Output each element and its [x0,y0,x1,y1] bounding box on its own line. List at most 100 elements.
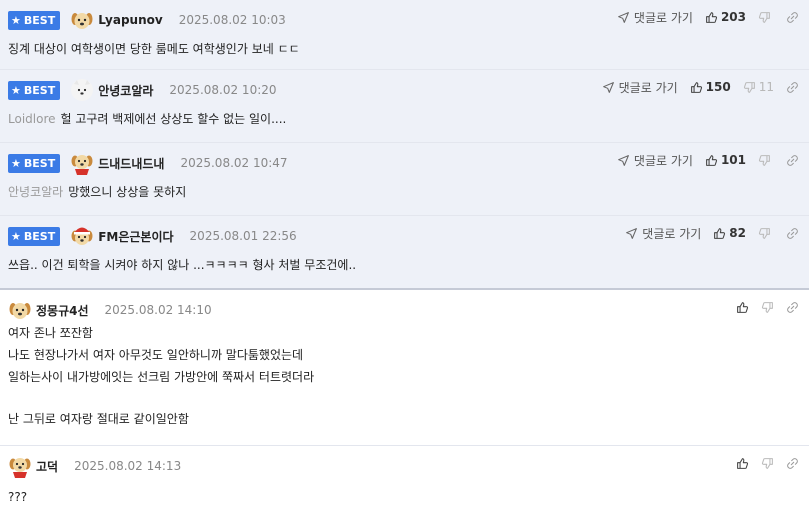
thumb-down-icon [758,11,771,24]
upvote-count: 101 [720,153,746,167]
comment-header: ★ BEST FM은근본이다 2025.08.01 22:56 [8,224,297,248]
comment-item: ★ BEST Lyapunov 2025.08.02 10:03 댓글로 가기 2… [0,0,809,70]
dog-red-avatar[interactable] [8,454,32,478]
comment-body: 여자 존나 쪼잔함 나도 현장나가서 여자 아무것도 일안하니까 말다툼했었는데… [8,322,789,430]
upvote-button[interactable]: 150 [690,80,731,94]
comment-item: ★ BEST 안녕코알라 2025.08.02 10:20 댓글로 가기 150 … [0,70,809,143]
dog-santa-avatar[interactable] [70,224,94,248]
upvote-button[interactable] [736,301,749,314]
comment-text: ??? [8,490,28,504]
comment-body: ??? [8,486,789,508]
thumb-down-icon [758,154,771,167]
comment-header: ★ BEST 안녕코알라 2025.08.02 10:20 [8,78,277,102]
comment-author[interactable]: 안녕코알라 [98,82,153,99]
star-icon: ★ [11,229,21,243]
downvote-button[interactable] [761,301,774,314]
upvote-button[interactable]: 82 [713,226,746,240]
link-icon[interactable] [786,227,799,240]
upvote-count: 203 [720,10,746,24]
comment-text: 난 그뒤로 여자랑 절대로 같이일안함 [8,412,189,426]
reply-link[interactable]: 댓글로 가기 [617,152,693,169]
comment-date: 2025.08.01 22:56 [189,229,297,243]
comment-actions [736,454,799,472]
reply-mention[interactable]: 안녕코알라 [8,185,63,199]
comment-text: 징계 대상이 여학생이면 당한 룸메도 여학생인가 보네 ㄷㄷ [8,42,300,56]
thumb-down-icon [761,301,774,314]
upvote-button[interactable]: 101 [705,153,746,167]
comment-body: Loidlore 헐 고구려 백제에선 상상도 할수 없는 일이.... [8,108,789,130]
paper-plane-icon [602,81,615,94]
upvote-count: 82 [729,226,746,240]
comment-date: 2025.08.02 10:03 [178,13,286,27]
comment-author[interactable]: FM은근본이다 [98,228,173,245]
link-icon[interactable] [786,154,799,167]
downvote-button[interactable] [758,227,774,240]
best-badge: ★ BEST [8,80,61,100]
thumb-up-icon [705,11,718,24]
comment-date: 2025.08.02 10:47 [180,156,288,170]
downvote-button[interactable] [758,154,774,167]
link-icon[interactable] [786,11,799,24]
star-icon: ★ [11,83,21,97]
dog-avatar[interactable] [70,8,94,32]
thumb-up-icon [713,227,726,240]
comment-item: 고덕 2025.08.02 14:13 ??? [0,446,809,517]
upvote-button[interactable]: 203 [705,10,746,24]
paper-plane-icon [617,11,630,24]
reply-link[interactable]: 댓글로 가기 [625,225,701,242]
comment-body: 징계 대상이 여학생이면 당한 룸메도 여학생인가 보네 ㄷㄷ [8,38,789,60]
reply-link[interactable]: 댓글로 가기 [602,79,678,96]
upvote-count: 150 [705,80,731,94]
downvote-button[interactable] [758,11,774,24]
thumb-down-icon [761,457,774,470]
comment-actions: 댓글로 가기 82 [625,224,799,242]
comment-actions: 댓글로 가기 203 [617,8,799,26]
comment-author[interactable]: Lyapunov [98,13,163,27]
thumb-up-icon [705,154,718,167]
comment-author[interactable]: 정몽규4선 [36,302,89,319]
link-icon[interactable] [786,81,799,94]
comment-body: 안녕코알라 망했으니 상상을 못하지 [8,181,789,203]
comment-author[interactable]: 고덕 [36,458,58,475]
best-badge: ★ BEST [8,10,61,30]
comment-item: ★ BEST 드내드내드내 2025.08.02 10:47 댓글로 가기 101… [0,143,809,216]
comment-header: ★ BEST Lyapunov 2025.08.02 10:03 [8,8,286,32]
comment-text [8,388,789,408]
thumb-up-icon [690,81,703,94]
thumb-up-icon [736,301,749,314]
comment-text: 쓰읍.. 이건 퇴학을 시켜야 하지 않나 ...ㅋㅋㅋㅋ 형사 처벌 무조건에… [8,258,357,272]
star-icon: ★ [11,156,21,170]
best-badge: ★ BEST [8,153,61,173]
reply-mention[interactable]: Loidlore [8,112,56,126]
thumb-up-icon [736,457,749,470]
comment-actions [736,298,799,316]
best-badge: ★ BEST [8,226,61,246]
comment-date: 2025.08.02 14:13 [74,459,182,473]
paper-plane-icon [625,227,638,240]
downvote-button[interactable] [761,457,774,470]
comment-list: ★ BEST Lyapunov 2025.08.02 10:03 댓글로 가기 2… [0,0,809,517]
dog-avatar[interactable] [8,298,32,322]
star-icon: ★ [11,13,21,27]
comment-header: 고덕 2025.08.02 14:13 [8,454,181,478]
comment-header: ★ BEST 드내드내드내 2025.08.02 10:47 [8,151,288,175]
dog-red-avatar[interactable] [70,151,94,175]
downvote-count: 11 [758,80,774,94]
comment-text: 여자 존나 쪼잔함 [8,326,93,340]
comment-date: 2025.08.02 14:10 [104,303,212,317]
white-dog-avatar[interactable] [70,78,94,102]
link-icon[interactable] [786,457,799,470]
reply-link[interactable]: 댓글로 가기 [617,9,693,26]
comment-date: 2025.08.02 10:20 [169,83,277,97]
comment-text: 나도 현장나가서 여자 아무것도 일안하니까 말다툼했었는데 [8,348,304,362]
upvote-button[interactable] [736,457,749,470]
thumb-down-icon [743,81,756,94]
paper-plane-icon [617,154,630,167]
link-icon[interactable] [786,301,799,314]
comment-text: 안녕코알라 망했으니 상상을 못하지 [8,185,187,199]
comment-item: 정몽규4선 2025.08.02 14:10 여자 존나 쪼잔함 나도 현장나가… [0,290,809,446]
comment-body: 쓰읍.. 이건 퇴학을 시켜야 하지 않나 ...ㅋㅋㅋㅋ 형사 처벌 무조건에… [8,254,789,276]
downvote-button[interactable]: 11 [743,80,774,94]
comment-text: Loidlore 헐 고구려 백제에선 상상도 할수 없는 일이.... [8,112,287,126]
comment-author[interactable]: 드내드내드내 [98,155,164,172]
